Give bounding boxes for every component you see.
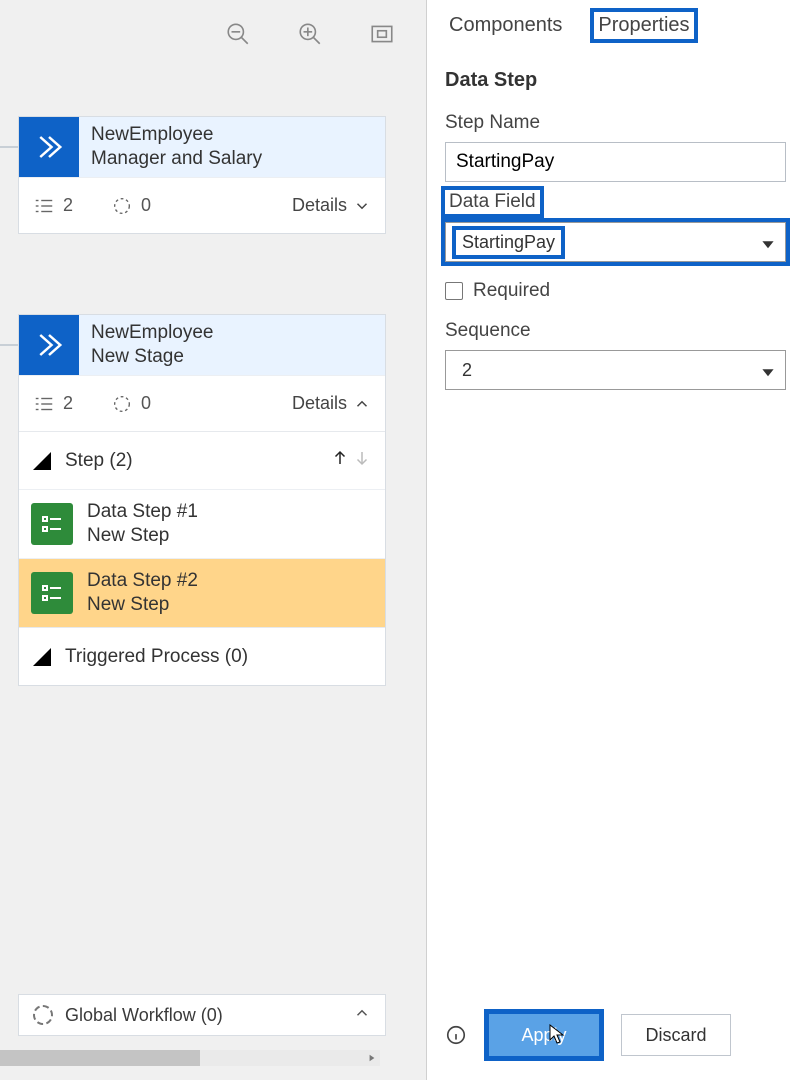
process-count: 0 [111,195,151,217]
triggered-process-header[interactable]: Triggered Process (0) [19,627,385,685]
zoom-out-icon[interactable] [222,18,254,50]
step-name-label: Step Name [445,112,786,134]
stage-card[interactable]: NewEmployee New Stage 2 0 Details [18,314,386,686]
stage-card[interactable]: NewEmployee Manager and Salary 2 0 Detai… [18,116,386,234]
step-count: 2 [33,393,73,415]
step-subtitle: New Step [87,593,198,617]
stage-chevron-icon [19,315,79,375]
sequence-label: Sequence [445,320,786,342]
chevron-down-icon [761,363,775,377]
info-icon[interactable] [445,1024,467,1046]
discard-button[interactable]: Discard [621,1014,731,1056]
data-step-icon [31,572,73,614]
scroll-right-icon[interactable] [364,1050,380,1066]
connector-line [0,344,18,346]
triangle-icon [33,452,51,470]
stage-header[interactable]: NewEmployee New Stage [19,315,385,375]
panel-title: Data Step [445,69,786,92]
apply-button[interactable]: Apply [489,1014,599,1056]
horizontal-scrollbar[interactable] [0,1050,380,1066]
stage-name: New Stage [91,345,214,369]
step-title: Data Step #1 [87,500,198,524]
step-section-header[interactable]: Step (2) [19,431,385,489]
sequence-select[interactable]: 2 [445,350,786,390]
step-count-value: 2 [63,393,73,414]
stage-entity: NewEmployee [91,321,214,345]
tab-components[interactable]: Components [445,12,566,39]
step-section-label: Step (2) [65,450,133,472]
stage-entity: NewEmployee [91,123,262,147]
process-count: 0 [111,393,151,415]
process-count-value: 0 [141,393,151,414]
details-label: Details [292,195,347,216]
connector-line [0,146,18,148]
chevron-down-icon [761,235,775,249]
data-step-item-selected[interactable]: Data Step #2 New Step [19,558,385,627]
step-name-input[interactable] [445,142,786,182]
data-field-select[interactable]: StartingPay [445,222,786,262]
tab-properties[interactable]: Properties [594,12,693,39]
move-down-icon[interactable] [353,447,371,475]
move-up-icon[interactable] [331,447,349,475]
stage-header[interactable]: NewEmployee Manager and Salary [19,117,385,177]
details-label: Details [292,393,347,414]
required-checkbox[interactable]: Required [445,280,786,302]
step-title: Data Step #2 [87,569,198,593]
apply-label: Apply [521,1025,566,1046]
triangle-icon [33,648,51,666]
workflow-icon [33,1005,53,1025]
data-field-value: StartingPay [456,230,561,255]
step-subtitle: New Step [87,524,198,548]
stage-chevron-icon [19,117,79,177]
step-count-value: 2 [63,195,73,216]
chevron-up-icon [353,395,371,413]
chevron-up-icon [353,1004,371,1027]
sequence-value: 2 [456,358,478,383]
data-step-icon [31,503,73,545]
scrollbar-thumb[interactable] [0,1050,200,1066]
global-workflow-label: Global Workflow (0) [65,1005,223,1026]
stage-name: Manager and Salary [91,147,262,171]
triggered-process-label: Triggered Process (0) [65,646,248,668]
global-workflow-bar[interactable]: Global Workflow (0) [18,994,386,1036]
required-label: Required [473,280,550,302]
data-field-label: Data Field [445,190,540,214]
details-toggle[interactable]: Details [292,195,371,216]
fit-screen-icon[interactable] [366,18,398,50]
data-step-item[interactable]: Data Step #1 New Step [19,489,385,558]
discard-label: Discard [645,1025,706,1046]
checkbox-box[interactable] [445,282,463,300]
chevron-down-icon [353,197,371,215]
details-toggle[interactable]: Details [292,393,371,414]
step-count: 2 [33,195,73,217]
process-count-value: 0 [141,195,151,216]
zoom-in-icon[interactable] [294,18,326,50]
